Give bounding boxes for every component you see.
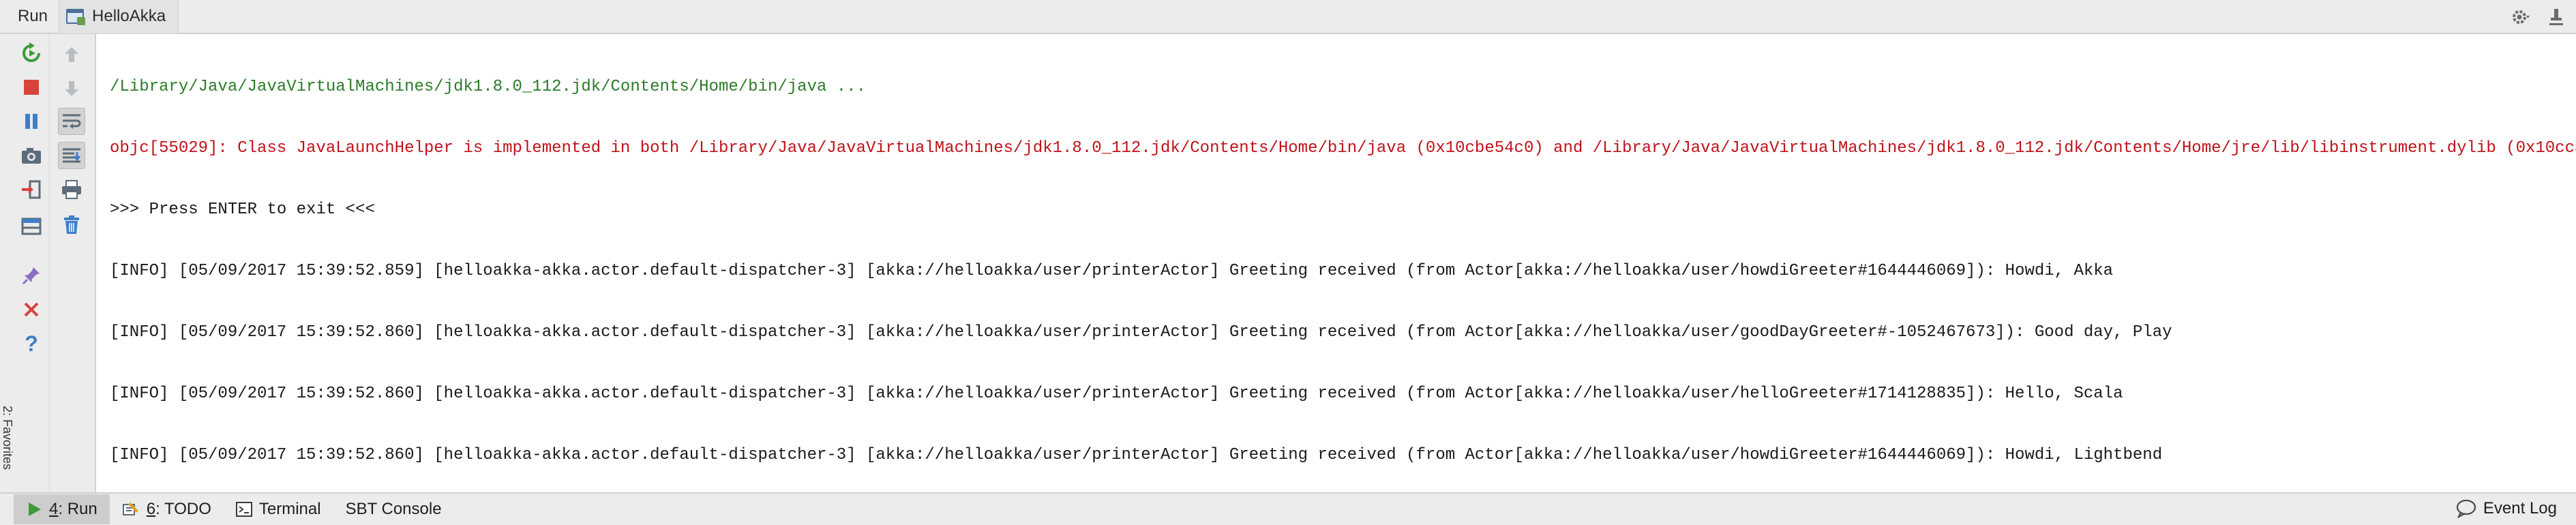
console-line: [INFO] [05/09/2017 15:39:52.859] [helloa… bbox=[110, 262, 2114, 280]
run-tab-label: HelloAkka bbox=[92, 7, 166, 25]
tab-terminal[interactable]: Terminal bbox=[224, 494, 333, 524]
event-log-label: Event Log bbox=[2483, 499, 2557, 518]
speech-bubble-icon bbox=[2456, 499, 2476, 518]
tab-todo[interactable]: 6: TODO bbox=[110, 494, 224, 524]
tab-todo-label: : TODO bbox=[155, 500, 211, 518]
print-icon[interactable] bbox=[58, 176, 85, 203]
pause-icon[interactable] bbox=[18, 108, 45, 135]
console-line: >>> Press ENTER to exit <<< bbox=[110, 200, 375, 219]
camera-icon[interactable] bbox=[18, 142, 45, 169]
pin-tab-icon[interactable] bbox=[18, 262, 45, 289]
layout-icon[interactable] bbox=[18, 213, 45, 240]
tab-todo-number: 6 bbox=[146, 500, 156, 518]
application-icon bbox=[66, 7, 86, 25]
run-toolbar-secondary bbox=[50, 34, 96, 492]
tool-window-title: Run bbox=[18, 7, 48, 25]
run-tool-window: Run HelloAkka 2: Favorites ? /Library/Ja… bbox=[0, 0, 2576, 525]
up-arrow-icon[interactable] bbox=[58, 41, 85, 68]
tab-sbt-console-label: SBT Console bbox=[345, 500, 442, 518]
pin-icon[interactable] bbox=[2545, 5, 2568, 29]
down-arrow-icon[interactable] bbox=[58, 75, 85, 102]
event-log-button[interactable]: Event Log bbox=[2456, 494, 2557, 524]
favorites-tab[interactable]: 2: Favorites bbox=[1, 406, 14, 470]
tab-run-number: 4 bbox=[49, 500, 59, 518]
header-actions bbox=[2509, 0, 2568, 34]
exit-icon[interactable] bbox=[18, 176, 45, 203]
close-icon[interactable] bbox=[18, 296, 45, 323]
rerun-icon[interactable] bbox=[18, 40, 45, 67]
favorites-strip: 2: Favorites ★ bbox=[0, 34, 14, 506]
tab-run[interactable]: 4: Run bbox=[14, 494, 110, 524]
tab-sbt-console[interactable]: SBT Console bbox=[333, 494, 454, 524]
scroll-to-end-icon[interactable] bbox=[58, 142, 85, 169]
console-line: /Library/Java/JavaVirtualMachines/jdk1.8… bbox=[110, 78, 866, 96]
gear-icon[interactable] bbox=[2509, 5, 2532, 29]
run-header: Run HelloAkka bbox=[0, 0, 2576, 34]
console-line: [INFO] [05/09/2017 15:39:52.860] [helloa… bbox=[110, 385, 2123, 403]
console-line: [INFO] [05/09/2017 15:39:52.860] [helloa… bbox=[110, 446, 2163, 464]
todo-icon bbox=[122, 501, 140, 518]
soft-wrap-icon[interactable] bbox=[58, 108, 85, 135]
console-line: objc[55029]: Class JavaLaunchHelper is i… bbox=[110, 139, 2576, 158]
tab-run-label: : Run bbox=[58, 500, 98, 518]
run-toolbar-primary: ? bbox=[14, 34, 50, 492]
run-config-tab[interactable]: HelloAkka bbox=[59, 0, 179, 33]
terminal-icon bbox=[235, 502, 252, 517]
tool-window-bar: 4: Run 6: TODO Terminal SBT Console Even… bbox=[0, 492, 2576, 525]
console-output[interactable]: /Library/Java/JavaVirtualMachines/jdk1.8… bbox=[96, 34, 2576, 492]
console-line: [INFO] [05/09/2017 15:39:52.860] [helloa… bbox=[110, 323, 2172, 342]
tab-terminal-label: Terminal bbox=[258, 500, 321, 518]
run-icon bbox=[26, 501, 42, 518]
help-icon[interactable]: ? bbox=[18, 330, 45, 357]
trash-icon[interactable] bbox=[58, 211, 85, 239]
stop-icon[interactable] bbox=[18, 74, 45, 101]
